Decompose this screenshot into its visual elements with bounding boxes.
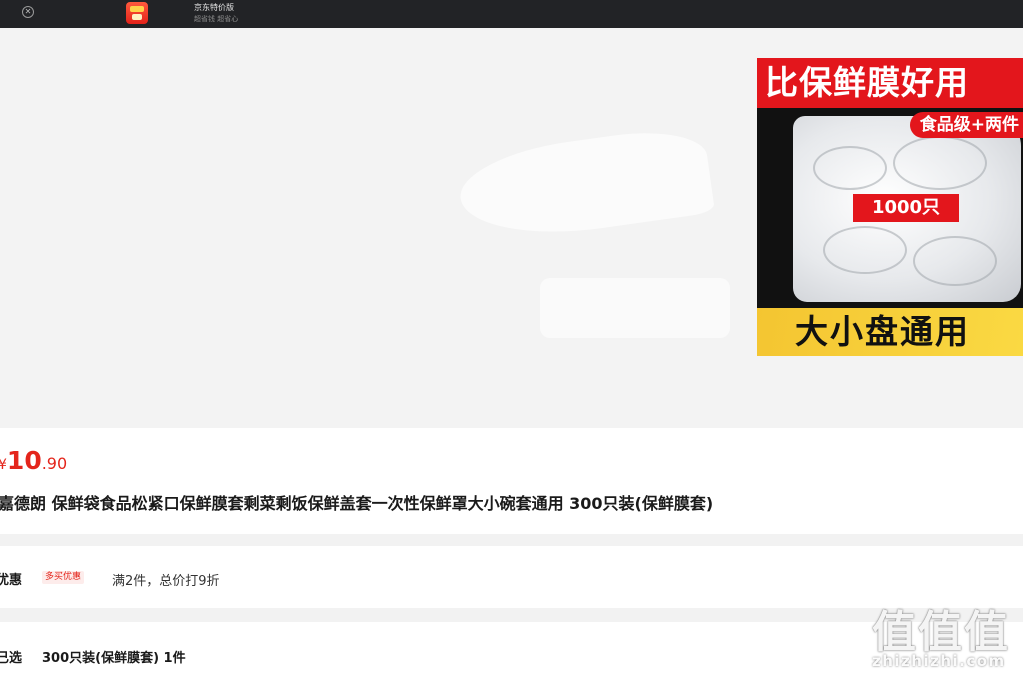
promotion-text: 满2件，总价打9折 — [112, 574, 220, 589]
price-symbol: ¥ — [0, 457, 7, 473]
promotion-row[interactable]: 优惠 多买优惠 满2件，总价打9折 — [0, 546, 1023, 608]
image-watermark-shape — [454, 123, 716, 247]
thumbnail-count: 1000只 — [853, 194, 959, 222]
promotion-badge: 多买优惠 — [42, 571, 85, 584]
product-image-area[interactable]: 比保鲜膜好用 食品级+两件 1000只 大小盘通用 — [0, 28, 1023, 428]
app-top-bar: ✕ 京东特价版 超省钱 超省心 — [0, 0, 1023, 28]
product-thumbnail[interactable]: 比保鲜膜好用 食品级+两件 1000只 大小盘通用 — [757, 58, 1023, 356]
app-name: 京东特价版 — [194, 3, 234, 12]
thumbnail-tag: 食品级+两件 — [909, 112, 1023, 138]
selection-label: 已选 — [0, 651, 23, 666]
image-watermark-shape — [540, 278, 730, 338]
thumbnail-headline: 比保鲜膜好用 — [757, 58, 1023, 108]
product-title: 嘉德朗 保鲜袋食品松紧口保鲜膜套剩菜剩饭保鲜盖套一次性保鲜罩大小碗套通用 300… — [0, 494, 714, 513]
selection-row[interactable]: 已选 300只装(保鲜膜套) 1件 — [0, 622, 1023, 679]
price-integer: 10 — [6, 446, 42, 475]
app-logo-icon[interactable] — [126, 2, 148, 24]
promotion-label: 优惠 — [0, 573, 23, 588]
thumbnail-footer: 大小盘通用 — [757, 308, 1023, 356]
close-icon[interactable]: ✕ — [22, 6, 34, 18]
price-title-card: ¥10.90 嘉德朗 保鲜袋食品松紧口保鲜膜套剩菜剩饭保鲜盖套一次性保鲜罩大小碗… — [0, 428, 1023, 534]
product-price: ¥10.90 — [0, 446, 67, 475]
site-watermark-url: zhizhizhi.com — [872, 652, 1006, 670]
selection-value: 300只装(保鲜膜套) 1件 — [42, 651, 186, 666]
app-slogan: 超省钱 超省心 — [194, 15, 239, 23]
site-watermark-logo: 值值值 — [872, 607, 1010, 658]
price-decimal: .90 — [41, 454, 68, 473]
